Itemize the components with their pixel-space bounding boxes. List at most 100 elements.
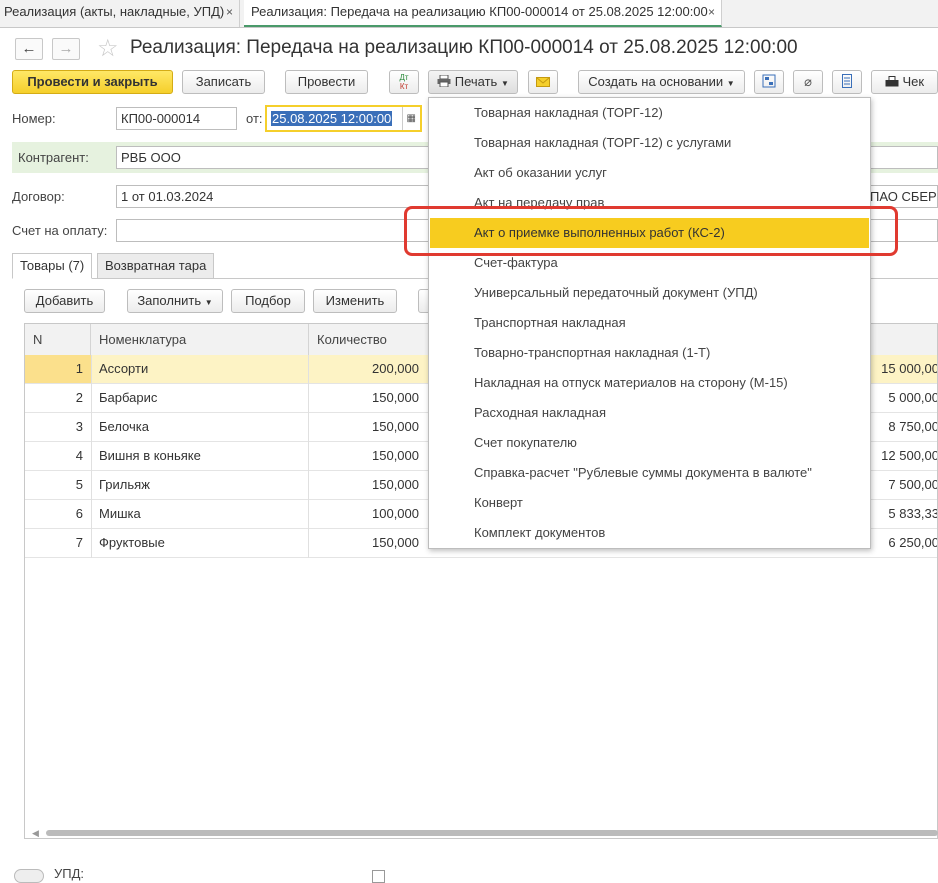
email-button[interactable] bbox=[528, 70, 558, 94]
paperclip-icon: ⌀ bbox=[804, 74, 812, 89]
pick-button[interactable]: Подбор bbox=[231, 289, 305, 313]
dt-kt-button[interactable]: Дт Кт bbox=[389, 70, 419, 94]
cell-qty: 200,000 bbox=[372, 361, 419, 376]
highlight-annotation bbox=[404, 206, 898, 256]
tab-bar: Реализация (акты, накладные, УПД) × Реал… bbox=[0, 0, 938, 28]
print-menu-item[interactable]: Конверт bbox=[430, 488, 869, 518]
cell-n: 1 bbox=[25, 355, 91, 383]
print-menu-item[interactable]: Накладная на отпуск материалов на сторон… bbox=[430, 368, 869, 398]
cell-n: 3 bbox=[75, 419, 83, 434]
toggle-switch[interactable] bbox=[14, 869, 44, 883]
contract-label: Договор: bbox=[12, 189, 65, 204]
counterparty-label: Контрагент: bbox=[18, 150, 89, 165]
dt-icon: Дт bbox=[399, 73, 409, 82]
print-menu-item[interactable]: Транспортная накладная bbox=[430, 308, 869, 338]
fill-label: Заполнить bbox=[137, 293, 202, 308]
print-menu-item[interactable]: Товарно-транспортная накладная (1-Т) bbox=[430, 338, 869, 368]
cell-qty: 150,000 bbox=[372, 535, 419, 550]
arrow-right-icon: → bbox=[58, 40, 74, 57]
print-menu-item[interactable]: Комплект документов bbox=[430, 518, 869, 548]
bank-account-text: ПАО СБЕР bbox=[870, 189, 937, 204]
chevron-down-icon: ▼ bbox=[726, 79, 735, 88]
print-menu-item[interactable]: Акт об оказании услуг bbox=[430, 158, 869, 188]
calendar-icon[interactable]: ▦ bbox=[401, 107, 416, 130]
number-field[interactable]: КП00-000014 bbox=[116, 107, 237, 130]
print-label: Печать bbox=[454, 74, 498, 89]
cell-qty: 100,000 bbox=[372, 506, 419, 521]
star-icon[interactable]: ☆ bbox=[97, 34, 119, 63]
page-title: Реализация: Передача на реализацию КП00-… bbox=[130, 37, 798, 58]
horizontal-scrollbar[interactable] bbox=[46, 830, 938, 836]
scroll-left-icon[interactable]: ◀ bbox=[32, 828, 39, 839]
kt-icon: Кт bbox=[399, 82, 409, 91]
cell-item: Фруктовые bbox=[99, 535, 165, 550]
checkbox[interactable] bbox=[372, 870, 385, 883]
tab-label: Реализация (акты, накладные, УПД) bbox=[4, 4, 225, 19]
print-menu-item[interactable]: Расходная накладная bbox=[430, 398, 869, 428]
create-based-label: Создать на основании bbox=[588, 74, 724, 89]
cell-item: Грильяж bbox=[99, 477, 150, 492]
change-button[interactable]: Изменить bbox=[313, 289, 397, 313]
cell-item: Мишка bbox=[99, 506, 141, 521]
chevron-down-icon: ▼ bbox=[500, 79, 509, 88]
arrow-left-icon: ← bbox=[21, 40, 37, 57]
attachments-button[interactable]: ⌀ bbox=[793, 70, 823, 94]
cell-item: Барбарис bbox=[99, 390, 158, 405]
cell-item: Ассорти bbox=[99, 361, 149, 376]
structure-icon bbox=[762, 74, 776, 89]
tab-sales-list[interactable]: Реализация (акты, накладные, УПД) × bbox=[0, 0, 240, 27]
header-qty[interactable]: Количество bbox=[309, 324, 429, 355]
post-button[interactable]: Провести bbox=[285, 70, 368, 94]
post-and-close-button[interactable]: Провести и закрыть bbox=[12, 70, 173, 94]
structure-button[interactable] bbox=[754, 70, 784, 94]
cell-n: 6 bbox=[75, 506, 83, 521]
close-icon[interactable]: × bbox=[708, 0, 715, 24]
print-menu-item[interactable]: Справка-расчет "Рублевые суммы документа… bbox=[430, 458, 869, 488]
print-menu-items: Товарная накладная (ТОРГ-12) Товарная нак… bbox=[429, 98, 870, 548]
print-menu-item[interactable]: Универсальный передаточный документ (УПД… bbox=[430, 278, 869, 308]
close-icon[interactable]: × bbox=[226, 0, 233, 24]
invoice-label: Счет на оплату: bbox=[12, 223, 108, 238]
report-button[interactable] bbox=[832, 70, 862, 94]
cell-qty: 150,000 bbox=[372, 448, 419, 463]
cell-n: 2 bbox=[75, 390, 83, 405]
fill-button[interactable]: Заполнить ▼ bbox=[127, 289, 223, 313]
cell-item: Белочка bbox=[99, 419, 149, 434]
column-divider bbox=[308, 355, 309, 558]
number-label: Номер: bbox=[12, 111, 56, 126]
printer-icon bbox=[437, 74, 455, 89]
list-icon bbox=[842, 74, 852, 89]
print-menu-item[interactable]: Товарная накладная (ТОРГ-12) с услугами bbox=[430, 128, 869, 158]
tab-label: Реализация: Передача на реализацию КП00-… bbox=[251, 4, 708, 19]
column-divider bbox=[91, 355, 92, 558]
cell-qty: 150,000 bbox=[372, 390, 419, 405]
cell-qty: 150,000 bbox=[372, 419, 419, 434]
receipt-button[interactable]: Чек bbox=[871, 70, 938, 94]
print-menu: Товарная накладная (ТОРГ-12) Товарная нак… bbox=[428, 97, 871, 549]
cell-item: Вишня в коньяке bbox=[99, 448, 201, 463]
back-button[interactable]: ← bbox=[15, 38, 43, 60]
receipt-label: Чек bbox=[902, 74, 925, 89]
tab-returnable-packaging[interactable]: Возвратная тара bbox=[97, 253, 215, 279]
cash-register-icon bbox=[885, 74, 903, 89]
date-value: 25.08.2025 12:00:00 bbox=[271, 111, 393, 126]
chevron-down-icon: ▼ bbox=[204, 298, 213, 307]
header-n[interactable]: N bbox=[25, 324, 91, 355]
cell-n: 5 bbox=[75, 477, 83, 492]
save-button[interactable]: Записать bbox=[182, 70, 265, 94]
header-item[interactable]: Номенклатура bbox=[91, 324, 309, 355]
date-label: от: bbox=[246, 111, 263, 126]
cell-qty: 150,000 bbox=[372, 477, 419, 492]
cell-n: 7 bbox=[75, 535, 83, 550]
cell-n: 4 bbox=[75, 448, 83, 463]
print-menu-item[interactable]: Товарная накладная (ТОРГ-12) bbox=[430, 98, 869, 128]
tab-goods[interactable]: Товары (7) bbox=[12, 253, 93, 279]
date-field[interactable]: 25.08.2025 12:00:00 ▦ bbox=[265, 105, 422, 132]
envelope-icon bbox=[536, 74, 550, 89]
print-menu-item[interactable]: Счет покупателю bbox=[430, 428, 869, 458]
forward-button[interactable]: → bbox=[52, 38, 80, 60]
tab-sales-document[interactable]: Реализация: Передача на реализацию КП00-… bbox=[244, 0, 722, 27]
add-row-button[interactable]: Добавить bbox=[24, 289, 105, 313]
print-button[interactable]: Печать ▼ bbox=[428, 70, 518, 94]
create-based-on-button[interactable]: Создать на основании ▼ bbox=[578, 70, 745, 94]
